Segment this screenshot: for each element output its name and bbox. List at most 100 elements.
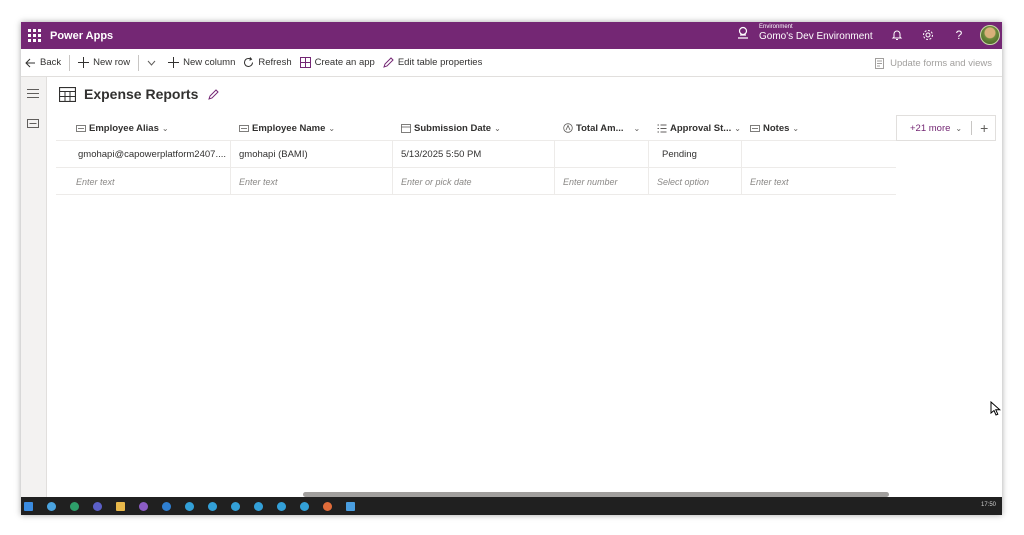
- taskbar-app-icon[interactable]: [346, 501, 355, 511]
- environment-name: Gomo's Dev Environment: [759, 31, 873, 42]
- cell-submission-date[interactable]: 5/13/2025 5:50 PM: [393, 141, 555, 168]
- divider: [138, 54, 140, 71]
- column-header-employee-alias[interactable]: Employee Alias ⌄: [68, 115, 231, 141]
- refresh-icon: [244, 57, 254, 67]
- data-grid: Employee Alias ⌄ Employee Name ⌄ Submissio…: [56, 115, 896, 195]
- os-taskbar: 17:50: [21, 497, 1002, 515]
- edit-title-pencil-icon[interactable]: [208, 88, 220, 100]
- placeholder-employee-name[interactable]: Enter text: [231, 168, 393, 195]
- refresh-label: Refresh: [258, 57, 292, 68]
- edit-table-label: Edit table properties: [397, 57, 483, 68]
- create-app-button[interactable]: Create an app: [296, 49, 379, 77]
- back-button[interactable]: Back: [21, 49, 65, 77]
- column-header-label: Notes: [763, 122, 790, 134]
- command-bar: Back New row New column Refresh Create a…: [21, 49, 1002, 77]
- page-title: Expense Reports: [84, 86, 199, 102]
- teams-icon[interactable]: [93, 501, 102, 511]
- clock: 17:50: [980, 502, 996, 508]
- forms-icon: [875, 57, 885, 69]
- visual-studio-icon[interactable]: [139, 501, 148, 511]
- new-row-label: New row: [93, 57, 131, 68]
- update-forms-label: Update forms and views: [890, 57, 992, 69]
- text-field-icon: [76, 124, 86, 132]
- column-header-label: Employee Name: [252, 122, 326, 134]
- plus-icon: [78, 57, 90, 68]
- table-row[interactable]: gmohapi@capowerplatform2407.... gmohapi …: [56, 141, 896, 168]
- environment-caption: Environment: [759, 24, 793, 30]
- table-icon: [59, 86, 76, 102]
- help-question-icon[interactable]: ?: [951, 27, 967, 43]
- taskbar-app-icon[interactable]: [277, 501, 286, 511]
- taskbar-app-icon[interactable]: [323, 501, 332, 511]
- chevron-down-icon: ⌄: [161, 123, 169, 133]
- cell-total-amount[interactable]: [555, 141, 649, 168]
- table-title-bar: Expense Reports: [59, 86, 220, 102]
- edit-table-properties-button[interactable]: Edit table properties: [379, 49, 487, 77]
- cell-notes[interactable]: [742, 141, 896, 168]
- new-column-label: New column: [183, 57, 236, 68]
- taskbar-app-icon[interactable]: [254, 501, 263, 511]
- cell-approval-status[interactable]: Pending: [649, 141, 742, 168]
- start-icon[interactable]: [24, 501, 33, 511]
- placeholder-approval-status[interactable]: Select option: [649, 168, 742, 195]
- placeholder-submission-date[interactable]: Enter or pick date: [393, 168, 555, 195]
- divider: [69, 54, 71, 71]
- columns-view-icon[interactable]: [26, 117, 40, 129]
- new-row-entry[interactable]: Enter text Enter text Enter or pick date…: [56, 168, 896, 195]
- column-header-employee-name[interactable]: Employee Name ⌄: [231, 115, 393, 141]
- placeholder-notes[interactable]: Enter text: [742, 168, 896, 195]
- app-header: Power Apps Environment Gomo's Dev Enviro…: [21, 22, 1002, 49]
- column-header-label: Approval St...: [670, 122, 732, 134]
- new-column-button[interactable]: New column: [164, 49, 239, 77]
- chevron-down-icon: ⌄: [494, 123, 501, 133]
- taskbar-app-icon[interactable]: [300, 501, 309, 511]
- hamburger-menu-icon[interactable]: [26, 87, 40, 99]
- placeholder-total-amount[interactable]: Enter number: [555, 168, 649, 195]
- folder-icon[interactable]: [116, 501, 125, 511]
- column-header-approval-status[interactable]: Approval St... ⌄: [649, 115, 742, 141]
- taskbar-app-icon[interactable]: [208, 501, 217, 511]
- chevron-down-icon: ⌄: [633, 123, 641, 133]
- environment-icon: [738, 26, 748, 39]
- column-header-label: Employee Alias: [89, 122, 159, 134]
- taskbar-app-icon[interactable]: [185, 501, 194, 511]
- chevron-down-icon[interactable]: ⌄: [955, 124, 962, 133]
- text-field-icon: [239, 124, 249, 132]
- column-header-label: Total Am...: [576, 122, 624, 134]
- choice-icon: [657, 124, 667, 132]
- more-columns-control: +21 more ⌄ +: [896, 115, 996, 141]
- cell-employee-alias[interactable]: gmohapi@capowerplatform2407....: [68, 141, 231, 168]
- column-header-submission-date[interactable]: Submission Date ⌄: [393, 115, 555, 141]
- column-header-notes[interactable]: Notes ⌄: [742, 115, 896, 141]
- add-column-plus-icon[interactable]: +: [980, 120, 988, 136]
- environment-picker[interactable]: Environment Gomo's Dev Environment: [736, 24, 873, 42]
- chevron-down-icon: [147, 60, 156, 66]
- new-row-button[interactable]: New row: [74, 49, 134, 77]
- plus-icon: [168, 57, 180, 68]
- more-columns-button[interactable]: +21 more: [910, 123, 950, 134]
- new-row-dropdown[interactable]: [143, 49, 164, 77]
- pencil-icon: [383, 57, 394, 68]
- create-app-label: Create an app: [314, 57, 375, 68]
- refresh-button[interactable]: Refresh: [239, 49, 295, 77]
- cell-employee-name[interactable]: gmohapi (BAMI): [231, 141, 393, 168]
- chevron-down-icon: ⌄: [734, 123, 741, 133]
- divider: [971, 121, 973, 135]
- chevron-down-icon: ⌄: [792, 123, 800, 133]
- back-label: Back: [40, 57, 62, 68]
- app-title[interactable]: Power Apps: [50, 30, 113, 42]
- update-forms-button[interactable]: Update forms and views: [871, 49, 996, 77]
- taskbar-app-icon[interactable]: [231, 501, 240, 511]
- mouse-cursor-icon: [990, 401, 1001, 416]
- user-avatar[interactable]: [980, 25, 1000, 45]
- column-header-row: Employee Alias ⌄ Employee Name ⌄ Submissio…: [56, 115, 896, 141]
- column-header-label: Submission Date: [414, 122, 492, 134]
- column-header-total-amount[interactable]: Total Am... ⌄: [555, 115, 649, 141]
- vscode-icon[interactable]: [162, 501, 171, 511]
- settings-gear-icon[interactable]: [920, 27, 936, 43]
- app-launcher-icon[interactable]: [24, 26, 44, 46]
- taskbar-app-icon[interactable]: [47, 501, 56, 511]
- notifications-bell-icon[interactable]: [889, 27, 905, 43]
- placeholder-employee-alias[interactable]: Enter text: [68, 168, 231, 195]
- taskbar-app-icon[interactable]: [70, 501, 79, 511]
